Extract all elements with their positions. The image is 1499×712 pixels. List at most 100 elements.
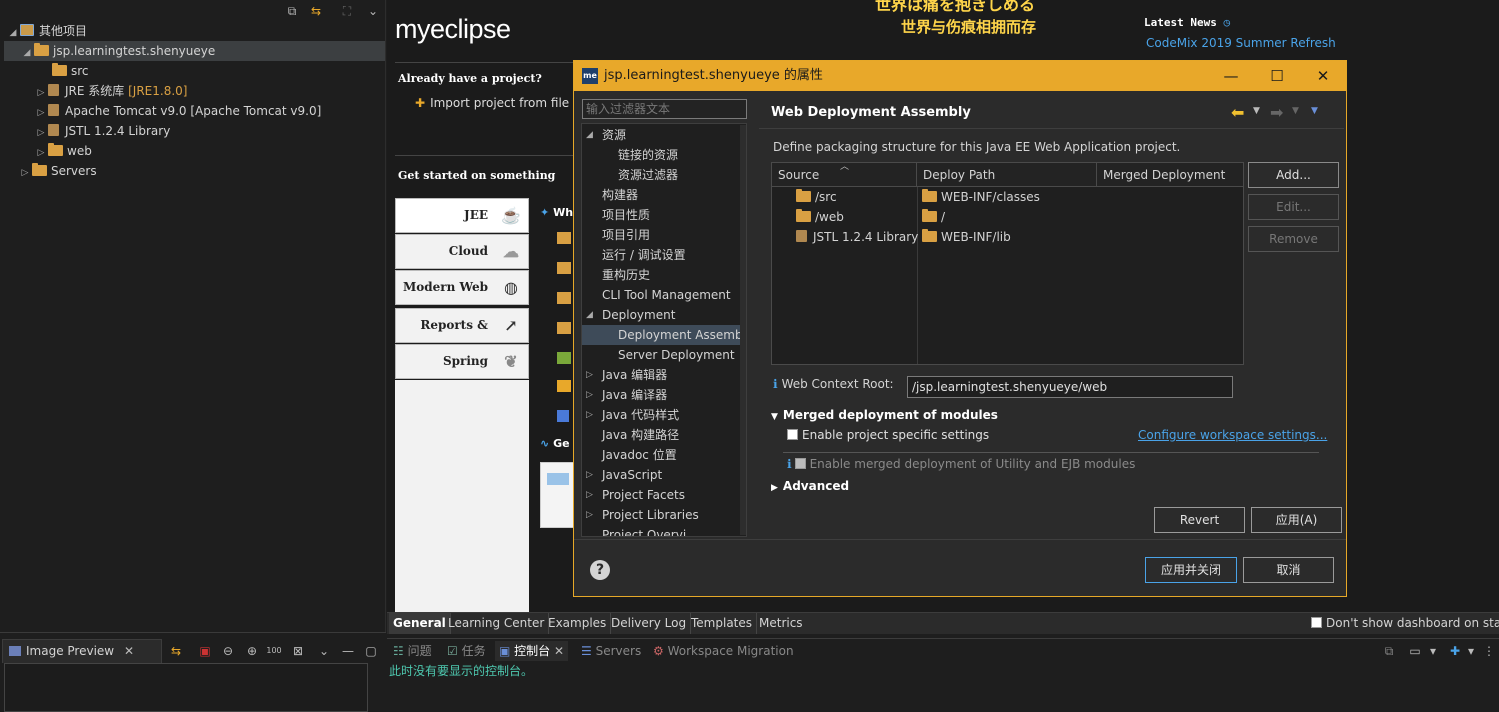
collapsed-icon[interactable]: ▷ xyxy=(586,385,593,405)
checkbox[interactable] xyxy=(1311,617,1322,628)
dropdown-icon[interactable]: ▼ xyxy=(1253,106,1260,116)
forward-arrow-icon[interactable]: ➡ xyxy=(1270,103,1283,122)
project-wizard-icon[interactable] xyxy=(557,322,571,334)
display-console-icon[interactable]: ▭ xyxy=(1407,643,1423,659)
project-wizard-icon[interactable] xyxy=(557,410,569,422)
project-wizard-icon[interactable] xyxy=(557,352,571,364)
tab-problems[interactable]: ☷ 问题 xyxy=(393,641,432,661)
collapsed-icon[interactable]: ▷ xyxy=(586,405,593,425)
tab-metrics[interactable]: Metrics xyxy=(755,613,807,634)
link-with-editor-icon[interactable]: ⇆ xyxy=(308,3,324,19)
fit-icon[interactable]: ⊠ xyxy=(290,643,306,659)
edit-button[interactable]: Edit... xyxy=(1248,194,1339,220)
view-menu-icon[interactable]: ▼ xyxy=(1311,106,1318,116)
tab-learning-center[interactable]: Learning Center xyxy=(444,613,550,634)
view-menu-icon[interactable]: ⌄ xyxy=(316,643,332,659)
tree-item-jstl[interactable]: ▷ JSTL 1.2.4 Library xyxy=(34,121,170,141)
category-spring[interactable]: Spring ❦ xyxy=(395,344,529,379)
back-arrow-icon[interactable]: ⬅ xyxy=(1231,103,1244,122)
actual-size-icon[interactable]: 100 xyxy=(266,643,282,659)
nav-item[interactable]: ▷ Project Facets xyxy=(582,485,746,505)
dialog-titlebar[interactable]: me jsp.learningtest.shenyueye 的属性 — ☐ ✕ xyxy=(574,61,1346,91)
nav-item[interactable]: ▷ Java 编辑器 xyxy=(582,365,746,385)
enable-project-settings-option[interactable]: Enable project specific settings xyxy=(787,428,989,442)
table-row-source[interactable]: JSTL 1.2.4 Library xyxy=(796,227,918,247)
tab-delivery-log[interactable]: Delivery Log xyxy=(607,613,692,634)
zoom-in-icon[interactable]: ⊕ xyxy=(244,643,260,659)
table-row-source[interactable]: /web xyxy=(796,207,844,227)
screenshot-thumbnail[interactable] xyxy=(540,462,574,528)
dropdown-icon[interactable]: ▼ xyxy=(1292,106,1299,116)
codemix-news-link[interactable]: CodeMix 2019 Summer Refresh xyxy=(1146,36,1336,50)
tab-templates[interactable]: Templates xyxy=(687,613,758,634)
tab-tasks[interactable]: ☑ 任务 xyxy=(447,641,486,661)
collapsed-icon[interactable]: ▷ xyxy=(586,505,593,525)
nav-item[interactable]: ◢ 资源 xyxy=(582,125,746,145)
category-reports-db[interactable]: Reports & DB↗ xyxy=(395,308,529,365)
remove-button[interactable]: Remove xyxy=(1248,226,1339,252)
open-console-icon[interactable]: ✚ xyxy=(1447,643,1463,659)
toggle-preview-icon[interactable]: ▣ xyxy=(197,643,213,659)
maximize-icon[interactable]: ▢ xyxy=(363,643,379,659)
category-modern-web[interactable]: Modern Web ◍ xyxy=(395,270,529,305)
expand-icon[interactable]: ▷ xyxy=(34,123,48,143)
collapse-all-icon[interactable]: ⧉ xyxy=(284,3,300,19)
import-project-link[interactable]: ✚ Import project from file sy xyxy=(415,96,586,110)
view-menu-icon[interactable]: ⋮ xyxy=(1481,643,1497,659)
nav-item[interactable]: Deployment Assembl xyxy=(582,325,746,345)
focus-icon[interactable]: ⛶ xyxy=(339,3,355,19)
nav-item[interactable]: ▷ Java 代码样式 xyxy=(582,405,746,425)
column-header-deploy-path[interactable]: Deploy Path xyxy=(917,163,1097,187)
nav-item[interactable]: ◢ Deployment xyxy=(582,305,746,325)
maximize-button[interactable]: ☐ xyxy=(1254,61,1300,91)
expanded-icon[interactable]: ◢ xyxy=(586,125,593,145)
minimize-icon[interactable]: — xyxy=(340,643,356,659)
nav-item[interactable]: 项目性质 xyxy=(582,205,746,225)
checkbox[interactable] xyxy=(787,429,798,440)
close-icon[interactable]: ✕ xyxy=(554,644,564,658)
nav-item[interactable]: Javadoc 位置 xyxy=(582,445,746,465)
context-root-input[interactable]: /jsp.learningtest.shenyueye/web xyxy=(907,376,1233,398)
nav-item[interactable]: CLI Tool Management xyxy=(582,285,746,305)
expanded-icon[interactable]: ◢ xyxy=(586,305,593,325)
nav-item[interactable]: ▷ Java 编译器 xyxy=(582,385,746,405)
dropdown-icon[interactable]: ▾ xyxy=(1425,643,1441,659)
table-row-deploy[interactable]: WEB-INF/lib xyxy=(922,227,1011,247)
tree-item-project[interactable]: ◢ jsp.learningtest.shenyueye xyxy=(4,41,385,61)
help-icon[interactable]: ? xyxy=(590,560,610,580)
tab-examples[interactable]: Examples xyxy=(544,613,612,634)
column-header-source[interactable]: Source ︿ xyxy=(772,162,917,187)
nav-item[interactable]: ▷ Project Libraries xyxy=(582,505,746,525)
table-row-deploy[interactable]: / xyxy=(922,207,945,227)
tab-workspace-migration[interactable]: ⚙ Workspace Migration xyxy=(653,641,794,661)
nav-item[interactable]: 重构历史 xyxy=(582,265,746,285)
expand-icon[interactable]: ◢ xyxy=(6,23,20,43)
nav-item[interactable]: 运行 / 调试设置 xyxy=(582,245,746,265)
collapsed-icon[interactable]: ▷ xyxy=(586,465,593,485)
tree-item-src[interactable]: src xyxy=(52,61,89,81)
cancel-button[interactable]: 取消 xyxy=(1243,557,1334,583)
collapsed-icon[interactable]: ▷ xyxy=(586,485,593,505)
tree-scrollbar[interactable] xyxy=(740,125,746,535)
tab-servers[interactable]: ☰ Servers xyxy=(581,641,641,661)
minimize-button[interactable]: — xyxy=(1208,61,1254,91)
column-header-merged-deployment[interactable]: Merged Deployment xyxy=(1097,163,1243,187)
close-icon[interactable]: ✕ xyxy=(124,644,134,658)
apply-and-close-button[interactable]: 应用并关闭 xyxy=(1145,557,1237,583)
merged-deployment-section[interactable]: ▼ Merged deployment of modules xyxy=(771,408,998,422)
nav-item[interactable]: 构建器 xyxy=(582,185,746,205)
project-wizard-icon[interactable] xyxy=(557,232,571,244)
tree-item-tomcat[interactable]: ▷ Apache Tomcat v9.0 [Apache Tomcat v9.0] xyxy=(34,101,321,121)
zoom-out-icon[interactable]: ⊖ xyxy=(220,643,236,659)
pin-console-icon[interactable]: ⧉ xyxy=(1381,643,1397,659)
sync-icon[interactable]: ⇆ xyxy=(168,643,184,659)
configure-workspace-link[interactable]: Configure workspace settings... xyxy=(1138,428,1327,442)
expand-icon[interactable]: ▷ xyxy=(18,163,32,183)
tree-item-jre[interactable]: ▷ JRE 系统库 [JRE1.8.0] xyxy=(34,81,187,101)
nav-item[interactable]: Java 构建路径 xyxy=(582,425,746,445)
tab-general[interactable]: General xyxy=(389,613,451,634)
tab-console[interactable]: ▣ 控制台 ✕ xyxy=(495,641,569,661)
expand-icon[interactable]: ▷ xyxy=(34,83,48,103)
project-wizard-icon[interactable] xyxy=(557,380,571,392)
nav-item[interactable]: 资源过滤器 xyxy=(582,165,746,185)
